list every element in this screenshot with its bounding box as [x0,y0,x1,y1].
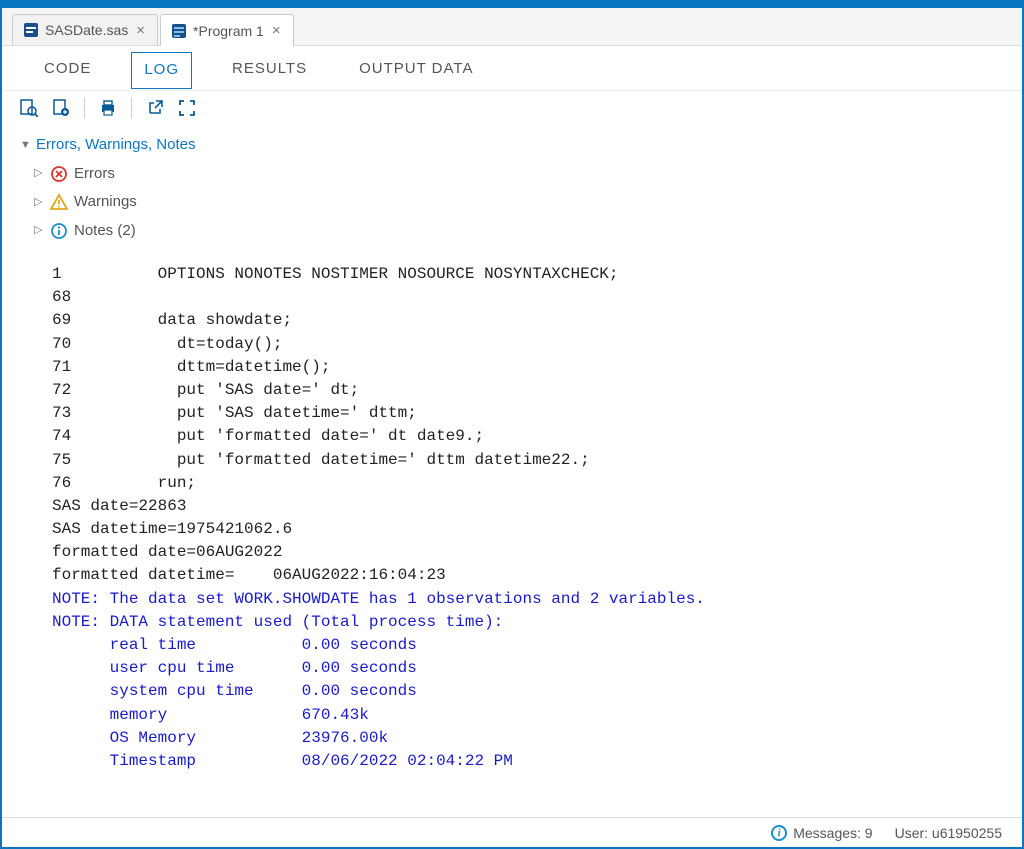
log-line: system cpu time 0.00 seconds [52,680,992,703]
tab-code[interactable]: CODE [32,52,103,87]
close-icon[interactable]: × [134,22,147,39]
fullscreen-icon[interactable] [178,99,196,117]
tree-errors[interactable]: ▷ Errors [34,160,1004,189]
tree-notes-label: Notes (2) [74,217,136,246]
log-line: 74 put 'formatted date=' dt date9.; [52,425,992,448]
log-line: NOTE: The data set WORK.SHOWDATE has 1 o… [52,588,992,611]
tab-output-data[interactable]: OUTPUT DATA [347,52,485,87]
tree-warnings[interactable]: ▷ Warnings [34,188,1004,217]
file-tab-label: *Program 1 [193,23,264,39]
log-line: formatted datetime= 06AUG2022:16:04:23 [52,564,992,587]
log-line: user cpu time 0.00 seconds [52,657,992,680]
tree-notes[interactable]: ▷ Notes (2) [34,217,1004,246]
popout-icon[interactable] [146,99,164,117]
tree-errors-label: Errors [74,160,115,189]
status-bar: i Messages: 9 User: u61950255 [2,817,1022,847]
tree-header[interactable]: ▼ Errors, Warnings, Notes [20,131,1004,160]
file-tab-bar: SASDate.sas × *Program 1 × [2,8,1022,46]
log-line: formatted date=06AUG2022 [52,541,992,564]
log-toolbar [2,91,1022,125]
save-log-icon[interactable] [52,99,70,117]
tab-log[interactable]: LOG [131,52,192,89]
triangle-right-icon: ▷ [34,192,44,213]
status-user: User: u61950255 [895,825,1002,841]
print-icon[interactable] [99,99,117,117]
sub-tab-bar: CODE LOG RESULTS OUTPUT DATA [2,46,1022,91]
log-line: SAS date=22863 [52,495,992,518]
warning-icon [50,193,68,211]
log-line: 72 put 'SAS date=' dt; [52,379,992,402]
log-line: 68 [52,286,992,309]
file-tab-sasdate[interactable]: SASDate.sas × [12,14,158,46]
log-output[interactable]: 1 OPTIONS NONOTES NOSTIMER NOSOURCE NOSY… [2,255,1022,817]
log-line: SAS datetime=1975421062.6 [52,518,992,541]
log-summary-tree: ▼ Errors, Warnings, Notes ▷ Errors ▷ War… [2,125,1022,255]
log-line: 75 put 'formatted datetime=' dttm dateti… [52,449,992,472]
log-line: 73 put 'SAS datetime=' dttm; [52,402,992,425]
log-line: memory 670.43k [52,704,992,727]
triangle-right-icon: ▷ [34,220,44,241]
error-icon [50,165,68,183]
tab-results[interactable]: RESULTS [220,52,319,87]
tree-warnings-label: Warnings [74,188,137,217]
log-line: OS Memory 23976.00k [52,727,992,750]
file-tab-label: SASDate.sas [45,22,128,38]
log-line: NOTE: DATA statement used (Total process… [52,611,992,634]
sas-program-icon [171,23,187,39]
log-line: 71 dttm=datetime(); [52,356,992,379]
log-line: Timestamp 08/06/2022 02:04:22 PM [52,750,992,773]
tree-header-label: Errors, Warnings, Notes [36,131,196,160]
log-line: 70 dt=today(); [52,333,992,356]
status-messages-label: Messages: 9 [793,825,872,841]
close-icon[interactable]: × [270,22,283,39]
log-line: real time 0.00 seconds [52,634,992,657]
sas-file-icon [23,22,39,38]
info-icon [50,222,68,240]
log-line: 69 data showdate; [52,309,992,332]
info-icon: i [771,825,787,841]
log-line: 1 OPTIONS NONOTES NOSTIMER NOSOURCE NOSY… [52,263,992,286]
file-tab-program1[interactable]: *Program 1 × [160,14,294,46]
log-line: 76 run; [52,472,992,495]
search-log-icon[interactable] [20,99,38,117]
toolbar-separator [131,98,132,118]
status-messages[interactable]: i Messages: 9 [771,825,872,841]
triangle-down-icon: ▼ [20,135,30,156]
toolbar-separator [84,98,85,118]
triangle-right-icon: ▷ [34,163,44,184]
